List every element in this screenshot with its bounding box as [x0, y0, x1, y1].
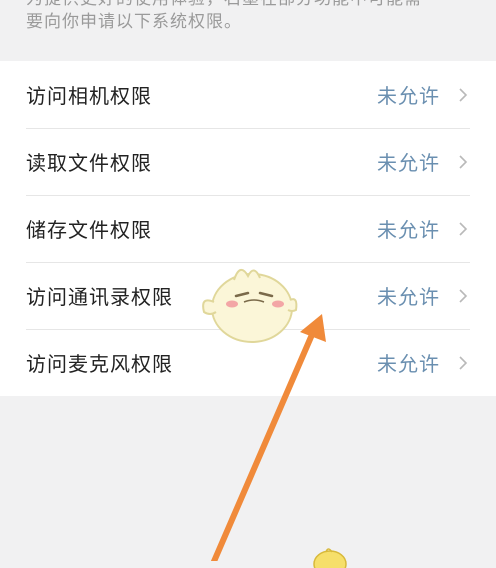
permission-status: 未允许	[377, 218, 440, 242]
chevron-right-icon	[459, 356, 468, 370]
permission-status: 未允许	[377, 151, 440, 175]
chevron-right-icon	[459, 155, 468, 169]
chevron-right-icon	[459, 289, 468, 303]
permission-row-read-files[interactable]: 读取文件权限 未允许	[0, 128, 496, 195]
permission-status: 未允许	[377, 352, 440, 376]
chick-peek-icon	[313, 548, 347, 568]
permission-label: 访问麦克风权限	[26, 352, 173, 376]
intro-line-1: 为提供更好的使用体验，石墨在部分功能中可能需	[26, 0, 476, 11]
mascot-sticker	[202, 269, 298, 343]
permission-status: 未允许	[377, 285, 440, 309]
chevron-right-icon	[459, 222, 468, 236]
permission-label: 读取文件权限	[26, 151, 152, 175]
permission-intro: 为提供更好的使用体验，石墨在部分功能中可能需 要向你申请以下系统权限。	[26, 0, 476, 34]
permission-row-store-files[interactable]: 储存文件权限 未允许	[0, 195, 496, 262]
permission-label: 储存文件权限	[26, 218, 152, 242]
chevron-right-icon	[459, 88, 468, 102]
permission-label: 访问通讯录权限	[26, 285, 173, 309]
permission-status: 未允许	[377, 84, 440, 108]
permission-label: 访问相机权限	[26, 84, 152, 108]
permission-row-camera[interactable]: 访问相机权限 未允许	[0, 61, 496, 128]
intro-line-2: 要向你申请以下系统权限。	[26, 12, 242, 32]
